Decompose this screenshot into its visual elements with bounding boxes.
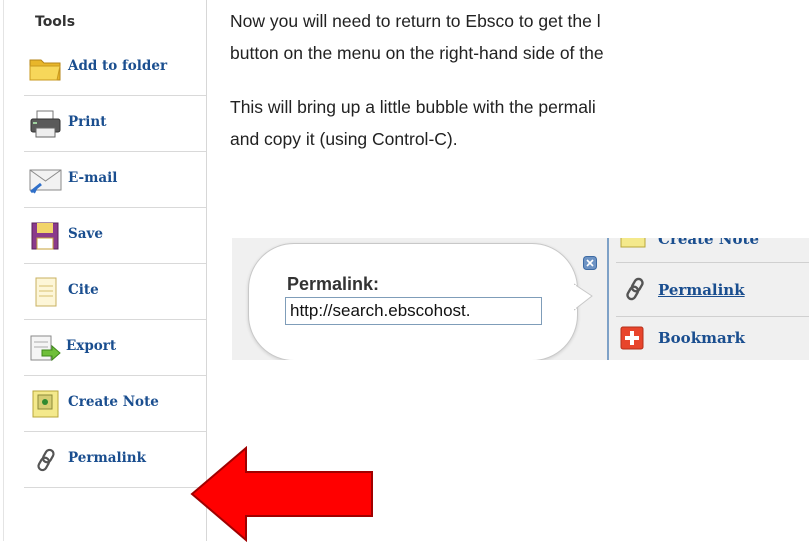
tools-heading: Tools — [35, 14, 76, 30]
menu-divider-vertical — [607, 238, 609, 360]
divider — [616, 262, 809, 263]
tool-label[interactable]: Print — [68, 114, 106, 130]
tool-permalink[interactable]: Permalink — [4, 432, 206, 488]
panel-tool-label[interactable]: Create Note — [658, 238, 759, 248]
instruction-line-3: This will bring up a little bubble with … — [230, 97, 596, 117]
bubble-pointer — [574, 283, 593, 311]
instruction-line-1: Now you will need to return to Ebsco to … — [230, 11, 601, 31]
divider — [24, 487, 206, 488]
tool-print[interactable]: Print — [4, 96, 206, 152]
tool-label[interactable]: Create Note — [68, 394, 159, 410]
close-icon[interactable] — [583, 255, 597, 270]
tool-label[interactable]: Save — [68, 226, 103, 242]
chain-link-icon — [28, 444, 64, 476]
tool-label[interactable]: E-mail — [68, 170, 117, 186]
tool-label[interactable]: Add to folder — [68, 58, 167, 74]
folder-icon — [28, 52, 64, 84]
chain-link-icon — [620, 274, 650, 304]
note-icon — [620, 238, 646, 248]
permalink-url-field[interactable] — [285, 297, 542, 325]
tool-export[interactable]: Export — [4, 320, 206, 376]
permalink-bubble: Permalink: — [248, 243, 597, 360]
note-icon — [28, 388, 64, 420]
plus-icon — [620, 326, 644, 350]
panel-tool-label[interactable]: Bookmark — [658, 329, 745, 347]
permalink-screenshot-panel: Create Note Permalink Bookmark Permalink… — [232, 238, 809, 360]
red-arrow-icon — [190, 446, 373, 542]
printer-icon — [28, 108, 64, 140]
envelope-icon — [28, 164, 64, 196]
tool-save[interactable]: Save — [4, 208, 206, 264]
instruction-line-2: button on the menu on the right-hand sid… — [230, 43, 604, 63]
tool-label[interactable]: Permalink — [68, 450, 146, 466]
tool-label[interactable]: Cite — [68, 282, 99, 298]
tools-sidebar: Tools Add to folder Print E-mail Save Ci… — [0, 0, 208, 541]
permalink-label: Permalink: — [287, 274, 380, 294]
tool-add-to-folder[interactable]: Add to folder — [4, 40, 206, 96]
divider — [616, 316, 809, 317]
instruction-line-4: and copy it (using Control-C). — [230, 129, 458, 149]
tool-email[interactable]: E-mail — [4, 152, 206, 208]
export-icon — [28, 332, 64, 364]
tool-cite[interactable]: Cite — [4, 264, 206, 320]
document-icon — [28, 276, 64, 308]
floppy-disk-icon — [28, 220, 64, 252]
panel-permalink-link[interactable]: Permalink — [658, 281, 745, 299]
tool-label[interactable]: Export — [66, 338, 116, 354]
tool-create-note[interactable]: Create Note — [4, 376, 206, 432]
